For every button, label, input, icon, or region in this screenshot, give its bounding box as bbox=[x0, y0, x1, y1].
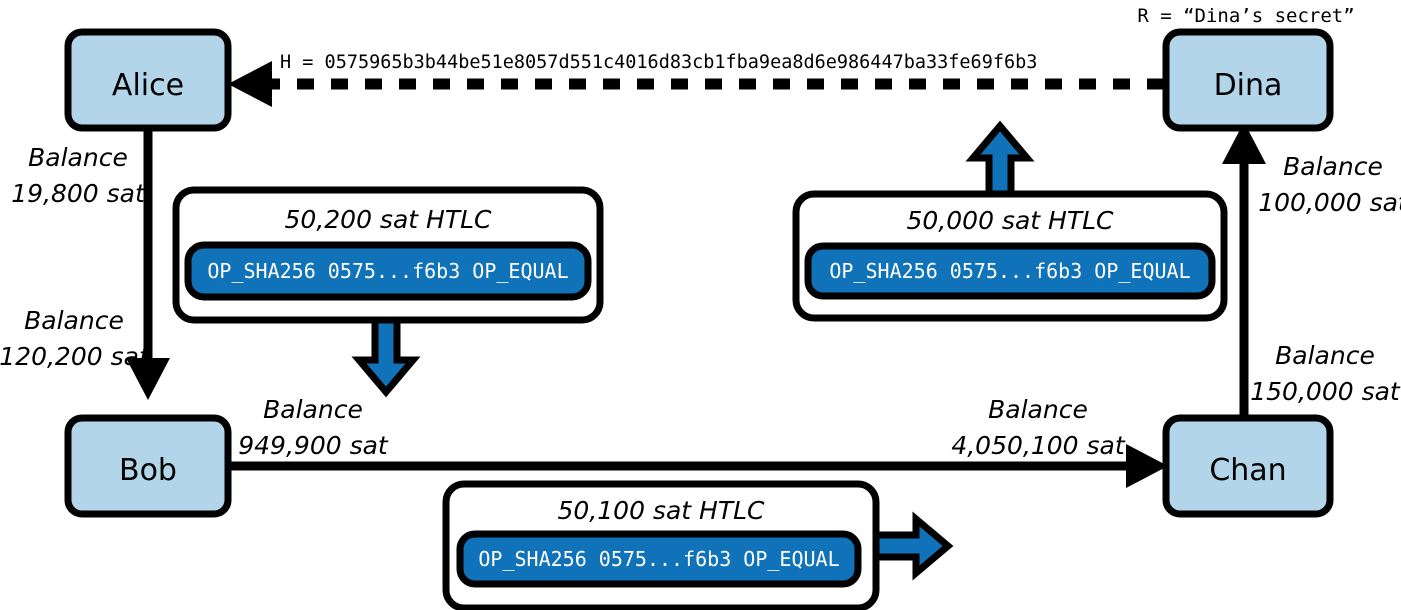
htlc-payment-route-diagram: Alice Bob Chan Dina 50,200 sat HTLC OP_S… bbox=[0, 0, 1401, 610]
htlc-arrow-right-bob-chan bbox=[872, 511, 954, 581]
node-alice-label: Alice bbox=[112, 68, 184, 103]
balance-alice-bottom-line1: Balance bbox=[24, 306, 124, 335]
balance-chan-left-line1: Balance bbox=[988, 395, 1088, 424]
balance-alice-bottom-line2: 120,200 sat bbox=[0, 342, 150, 371]
balance-dina-right: Balance 100,000 sat bbox=[1258, 152, 1401, 217]
htlc-arrow-down-alice-bob bbox=[351, 316, 421, 398]
balance-chan-left: Balance 4,050,100 sat bbox=[951, 395, 1126, 460]
hash-note: H = 0575965b3b44be51e8057d551c4016d83cb1… bbox=[280, 52, 1037, 73]
balance-alice-top-line2: 19,800 sat bbox=[11, 179, 146, 208]
node-alice[interactable]: Alice bbox=[64, 28, 232, 132]
node-bob[interactable]: Bob bbox=[64, 414, 232, 518]
balance-alice-top: Balance 19,800 sat bbox=[11, 143, 146, 208]
balance-bob-right: Balance 949,900 sat bbox=[238, 395, 389, 460]
balance-chan-right-line1: Balance bbox=[1275, 341, 1375, 370]
htlc-arrow-up-chan-dina bbox=[965, 120, 1035, 200]
balance-chan-right: Balance 150,000 sat bbox=[1250, 341, 1401, 406]
htlc-bob-chan-title: 50,100 sat HTLC bbox=[558, 496, 766, 525]
node-bob-label: Bob bbox=[119, 453, 177, 488]
node-dina-label: Dina bbox=[1214, 68, 1283, 103]
htlc-alice-bob-title: 50,200 sat HTLC bbox=[285, 205, 493, 234]
htlc-box-bob-chan[interactable]: 50,100 sat HTLC OP_SHA256 0575...f6b3 OP… bbox=[442, 480, 880, 610]
balance-chan-right-line2: 150,000 sat bbox=[1250, 377, 1401, 406]
balance-bob-right-line2: 949,900 sat bbox=[238, 431, 389, 460]
balance-chan-left-line2: 4,050,100 sat bbox=[951, 431, 1126, 460]
htlc-box-alice-bob[interactable]: 50,200 sat HTLC OP_SHA256 0575...f6b3 OP… bbox=[172, 186, 604, 324]
secret-note: R = “Dina’s secret” bbox=[1137, 5, 1354, 27]
balance-alice-top-line1: Balance bbox=[28, 143, 128, 172]
htlc-alice-bob-script: OP_SHA256 0575...f6b3 OP_EQUAL bbox=[207, 259, 568, 283]
htlc-box-chan-dina[interactable]: 50,000 sat HTLC OP_SHA256 0575...f6b3 OP… bbox=[792, 190, 1228, 322]
node-chan[interactable]: Chan bbox=[1162, 414, 1334, 518]
balance-dina-right-line2: 100,000 sat bbox=[1258, 188, 1401, 217]
balance-dina-right-line1: Balance bbox=[1283, 152, 1383, 181]
htlc-chan-dina-script: OP_SHA256 0575...f6b3 OP_EQUAL bbox=[829, 259, 1190, 283]
htlc-chan-dina-title: 50,000 sat HTLC bbox=[907, 206, 1115, 235]
htlc-bob-chan-script: OP_SHA256 0575...f6b3 OP_EQUAL bbox=[478, 547, 839, 571]
node-dina[interactable]: Dina bbox=[1162, 28, 1334, 132]
node-chan-label: Chan bbox=[1209, 453, 1286, 488]
balance-bob-right-line1: Balance bbox=[263, 395, 363, 424]
balance-alice-bottom: Balance 120,200 sat bbox=[0, 306, 150, 371]
